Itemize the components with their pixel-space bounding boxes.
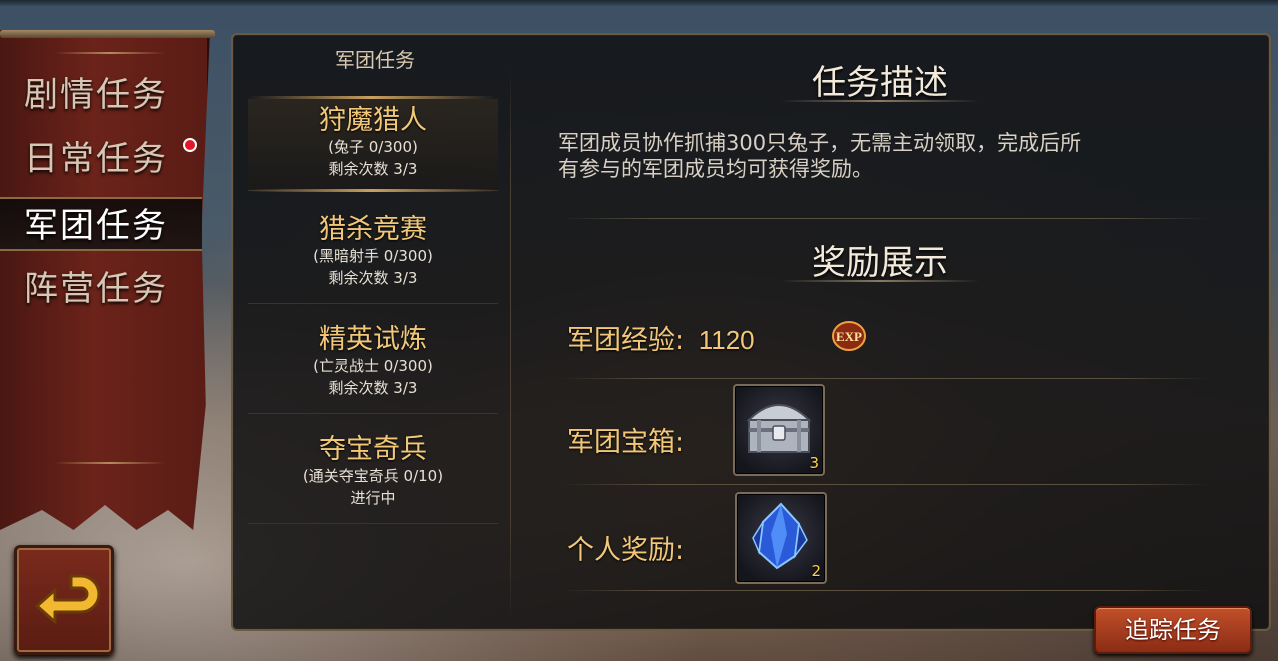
exp-badge-icon: EXP (832, 321, 866, 351)
personal-reward-count: 2 (811, 562, 821, 580)
task-progress: (兔子 0/300) (328, 138, 418, 156)
task-name: 精英试炼 (319, 324, 427, 355)
section-divider (560, 218, 1210, 219)
legion-exp-row: 军团经验: 1120 (567, 318, 755, 357)
task-item-hunt-contest[interactable]: 猎杀竞赛 (黑暗射手 0/300) 剩余次数 3/3 (248, 208, 498, 304)
quest-description: 军团成员协作抓捕300只兔子，无需主动领取，完成后所 有参与的军团成员均可获得奖… (558, 130, 1218, 182)
reward-divider (560, 484, 1210, 485)
reward-divider (560, 378, 1210, 379)
reward-divider (560, 590, 1210, 591)
column-divider (510, 66, 511, 626)
task-remaining: 剩余次数 3/3 (328, 160, 418, 178)
description-title-underline (780, 100, 980, 102)
banner-ornament-bottom (55, 462, 165, 464)
tab-legion-quests[interactable]: 军团任务 (0, 197, 202, 251)
legion-chest-label: 军团宝箱: (567, 427, 685, 458)
task-remaining: 剩余次数 3/3 (328, 269, 418, 287)
task-remaining: 剩余次数 3/3 (328, 379, 418, 397)
chest-reward-slot[interactable]: 3 (733, 384, 825, 476)
legion-exp-separator: : (675, 325, 685, 356)
personal-reward-slot[interactable]: 2 (735, 492, 827, 584)
description-line: 军团成员协作抓捕300只兔子，无需主动领取，完成后所 (558, 131, 1082, 155)
banner-rod (0, 30, 215, 38)
exp-badge-text: EXP (836, 329, 862, 344)
tab-faction-quests[interactable]: 阵营任务 (0, 262, 202, 316)
description-title: 任务描述 (812, 63, 948, 103)
back-arrow-icon (35, 574, 101, 624)
description-line: 有参与的军团成员均可获得奖励。 (558, 157, 873, 181)
task-progress: (通关夺宝奇兵 0/10) (302, 467, 444, 485)
task-name: 夺宝奇兵 (319, 434, 427, 465)
legion-exp-value: 1120 (698, 325, 755, 355)
legion-exp-label: 军团经验 (567, 325, 675, 356)
active-task-divider (248, 189, 496, 192)
task-name: 猎杀竞赛 (319, 214, 427, 245)
tab-story-quests[interactable]: 剧情任务 (0, 68, 202, 122)
top-frame-strip (0, 0, 1278, 6)
task-status: 进行中 (350, 489, 396, 507)
banner-ornament-top (55, 52, 165, 54)
task-item-elite-trial[interactable]: 精英试炼 (亡灵战士 0/300) 剩余次数 3/3 (248, 318, 498, 414)
task-name: 狩魔猎人 (319, 105, 427, 136)
task-progress: (亡灵战士 0/300) (313, 357, 433, 375)
back-button[interactable] (14, 545, 114, 655)
task-item-demon-hunter[interactable]: 狩魔猎人 (兔子 0/300) 剩余次数 3/3 (248, 99, 498, 191)
reward-title: 奖励展示 (812, 243, 948, 283)
track-quest-button[interactable]: 追踪任务 (1094, 606, 1252, 654)
task-item-treasure-raid[interactable]: 夺宝奇兵 (通关夺宝奇兵 0/10) 进行中 (248, 428, 498, 524)
chest-count: 3 (809, 454, 819, 472)
personal-reward-label: 个人奖励: (567, 535, 685, 566)
reward-title-underline (780, 280, 980, 282)
notification-dot (183, 138, 197, 152)
task-progress: (黑暗射手 0/300) (313, 247, 433, 265)
tab-daily-quests[interactable]: 日常任务 (0, 132, 202, 186)
task-list-header: 军团任务 (335, 48, 415, 72)
